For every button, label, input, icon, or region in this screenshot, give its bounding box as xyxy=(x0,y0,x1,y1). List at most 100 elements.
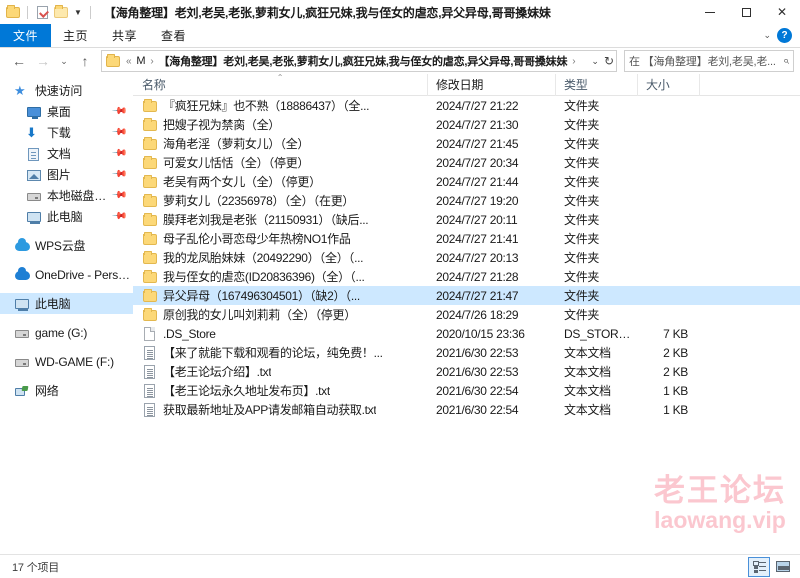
column-header-label: 大小 xyxy=(646,78,670,92)
table-row[interactable]: 获取最新地址及APP请发邮箱自动获取.txt 2021/6/30 22:54 文… xyxy=(133,400,800,419)
sidebar-item-pictures[interactable]: 图片 📌 xyxy=(0,164,133,185)
search-input[interactable]: 在 【海角整理】老刘,老吴,老... xyxy=(629,53,783,69)
file-date: 2020/10/15 23:36 xyxy=(436,326,525,341)
sidebar-item-label: 下载 xyxy=(47,126,71,140)
table-row[interactable]: 我与侄女的虐恋(ID20836396)（全）（... 2024/7/27 21:… xyxy=(133,267,800,286)
column-header-name[interactable]: ⌃ 名称 xyxy=(133,73,428,96)
column-header-size[interactable]: 大小 xyxy=(638,73,700,96)
file-name: 【来了就能下载和观看的论坛，纯免费！... xyxy=(163,346,383,360)
tab-file[interactable]: 文件 xyxy=(0,24,52,47)
sidebar-item-onedrive[interactable]: OneDrive - Persona xyxy=(0,264,133,285)
sidebar-item-desktop[interactable]: 桌面 📌 xyxy=(0,101,133,122)
search-icon[interactable]: ⌕ xyxy=(783,55,789,68)
file-name: 我的龙凤胎妹妹（20492290）（全）（... xyxy=(163,251,364,265)
column-header-type[interactable]: 类型 xyxy=(556,73,638,96)
sidebar-item-game-g[interactable]: game (G:) xyxy=(0,322,133,343)
recent-locations-icon[interactable]: ⌄ xyxy=(56,50,72,72)
file-date: 2024/7/27 21:45 xyxy=(436,136,519,151)
tab-home[interactable]: 主页 xyxy=(51,24,100,47)
sidebar-item-label: 图片 xyxy=(47,168,71,182)
help-icon[interactable]: ? xyxy=(777,28,792,43)
pin-icon[interactable]: 📌 xyxy=(110,103,127,120)
refresh-icon[interactable]: ↻ xyxy=(604,54,614,68)
sidebar-item-local-disk-d[interactable]: 本地磁盘 (D:) 📌 xyxy=(0,185,133,206)
maximize-button[interactable] xyxy=(728,0,764,24)
chevron-down-icon[interactable]: ▼ xyxy=(72,8,84,17)
breadcrumb-separator[interactable]: › xyxy=(147,56,156,67)
table-row[interactable]: 【来了就能下载和观看的论坛，纯免费！... 2021/6/30 22:53 文本… xyxy=(133,343,800,362)
file-name: 『疯狂兄妹』也不熟（18886437）（全... xyxy=(163,99,370,113)
close-button[interactable]: ✕ xyxy=(764,0,800,24)
folder-icon xyxy=(142,269,158,285)
sidebar-item-label: 文档 xyxy=(47,147,71,161)
sidebar-item-downloads[interactable]: ⬇ 下载 📌 xyxy=(0,122,133,143)
file-name-cell: 异父异母（167496304501）（缺2）（... xyxy=(133,287,428,304)
sidebar-item-documents[interactable]: 文档 📌 xyxy=(0,143,133,164)
pin-icon[interactable]: 📌 xyxy=(110,187,127,204)
large-icons-view-button[interactable] xyxy=(772,557,794,577)
file-date: 2021/6/30 22:54 xyxy=(436,402,519,417)
table-row[interactable]: 『疯狂兄妹』也不熟（18886437）（全... 2024/7/27 21:22… xyxy=(133,96,800,115)
pin-icon[interactable]: 📌 xyxy=(110,145,127,162)
column-header-date[interactable]: 修改日期 xyxy=(428,73,556,96)
breadcrumb-separator-end[interactable]: › xyxy=(569,56,578,67)
table-row[interactable]: 【老王论坛介绍】.txt 2021/6/30 22:53 文本文档 2 KB xyxy=(133,362,800,381)
expand-ribbon-icon[interactable]: ⌄ xyxy=(763,30,771,41)
sidebar-item-label: 此电脑 xyxy=(47,210,83,224)
file-name: .DS_Store xyxy=(163,326,216,341)
table-row[interactable]: 母子乱伦小哥恋母少年热榜NO1作品 2024/7/27 21:41 文件夹 xyxy=(133,229,800,248)
file-name: 获取最新地址及APP请发邮箱自动获取.txt xyxy=(163,403,377,417)
sidebar-item-label: 此电脑 xyxy=(35,297,71,311)
pin-icon[interactable]: 📌 xyxy=(110,124,127,141)
table-row[interactable]: 海角老淫（萝莉女儿）（全） 2024/7/27 21:45 文件夹 xyxy=(133,134,800,153)
folder-icon[interactable] xyxy=(5,4,21,20)
table-row[interactable]: .DS_Store 2020/10/15 23:36 DS_STORE 文件 7… xyxy=(133,324,800,343)
sidebar-item-quick-access[interactable]: ★ 快速访问 xyxy=(0,80,133,101)
table-row[interactable]: 我的龙凤胎妹妹（20492290）（全）（... 2024/7/27 20:13… xyxy=(133,248,800,267)
breadcrumb-overflow[interactable]: « xyxy=(123,56,134,67)
file-name: 【老王论坛永久地址发布页】.txt xyxy=(163,384,330,398)
pin-icon[interactable]: 📌 xyxy=(110,208,127,225)
file-name-cell: 膜拜老刘我是老张（21150931）（缺后... xyxy=(133,211,428,228)
table-row[interactable]: 可爱女儿恬恬（全）（停更） 2024/7/27 20:34 文件夹 xyxy=(133,153,800,172)
properties-icon[interactable] xyxy=(34,4,50,20)
table-row-selected[interactable]: 异父异母（167496304501）（缺2）（... 2024/7/27 21:… xyxy=(133,286,800,305)
sidebar-item-this-pc-pinned[interactable]: 此电脑 📌 xyxy=(0,206,133,227)
file-date: 2024/7/27 21:47 xyxy=(436,288,519,303)
pin-icon[interactable]: 📌 xyxy=(110,166,127,183)
breadcrumb-item-current[interactable]: 【海角整理】老刘,老吴,老张,萝莉女儿,疯狂兄妹,我与侄女的虐恋,异父异母,哥哥… xyxy=(156,53,569,69)
table-row[interactable]: 把嫂子视为禁脔（全） 2024/7/27 21:30 文件夹 xyxy=(133,115,800,134)
file-date: 2024/7/27 20:34 xyxy=(436,155,519,170)
minimize-button[interactable] xyxy=(692,0,728,24)
table-row[interactable]: 【老王论坛永久地址发布页】.txt 2021/6/30 22:54 文本文档 1… xyxy=(133,381,800,400)
search-box[interactable]: 在 【海角整理】老刘,老吴,老... ⌕ xyxy=(624,50,794,72)
sidebar-item-wps-cloud[interactable]: WPS云盘 xyxy=(0,235,133,256)
up-button[interactable]: ↑ xyxy=(74,50,96,72)
details-view-button[interactable] xyxy=(748,556,770,577)
breadcrumb-item-m[interactable]: M xyxy=(134,55,147,67)
maximize-icon xyxy=(741,7,751,17)
file-type: 文件夹 xyxy=(564,270,600,284)
table-row[interactable]: 原创我的女儿叫刘莉莉（全）（停更） 2024/7/26 18:29 文件夹 xyxy=(133,305,800,324)
new-folder-icon[interactable] xyxy=(53,4,69,20)
drive-icon xyxy=(14,354,30,370)
pictures-icon xyxy=(26,167,42,183)
file-date: 2021/6/30 22:54 xyxy=(436,383,519,398)
folder-icon xyxy=(142,193,158,209)
sidebar-item-this-pc[interactable]: 此电脑 xyxy=(0,293,133,314)
onedrive-icon xyxy=(14,266,30,283)
file-name: 把嫂子视为禁脔（全） xyxy=(163,118,281,132)
tab-view[interactable]: 查看 xyxy=(149,24,198,47)
column-header-label: 类型 xyxy=(564,78,588,92)
sidebar-item-label: WPS云盘 xyxy=(35,239,86,253)
table-row[interactable]: 老吴有两个女儿（全）（停更） 2024/7/27 21:44 文件夹 xyxy=(133,172,800,191)
sidebar-item-network[interactable]: 网络 xyxy=(0,380,133,401)
address-bar[interactable]: « M › 【海角整理】老刘,老吴,老张,萝莉女儿,疯狂兄妹,我与侄女的虐恋,异… xyxy=(101,50,617,72)
sidebar-item-wd-game-f[interactable]: WD-GAME (F:) xyxy=(0,351,133,372)
table-row[interactable]: 膜拜老刘我是老张（21150931）（缺后... 2024/7/27 20:11… xyxy=(133,210,800,229)
tab-share[interactable]: 共享 xyxy=(100,24,149,47)
address-dropdown-icon[interactable]: ⌄ xyxy=(591,56,599,67)
table-row[interactable]: 萝莉女儿（22356978）（全）（在更） 2024/7/27 19:20 文件… xyxy=(133,191,800,210)
forward-button[interactable]: → xyxy=(32,50,54,72)
back-button[interactable]: ← xyxy=(8,50,30,72)
